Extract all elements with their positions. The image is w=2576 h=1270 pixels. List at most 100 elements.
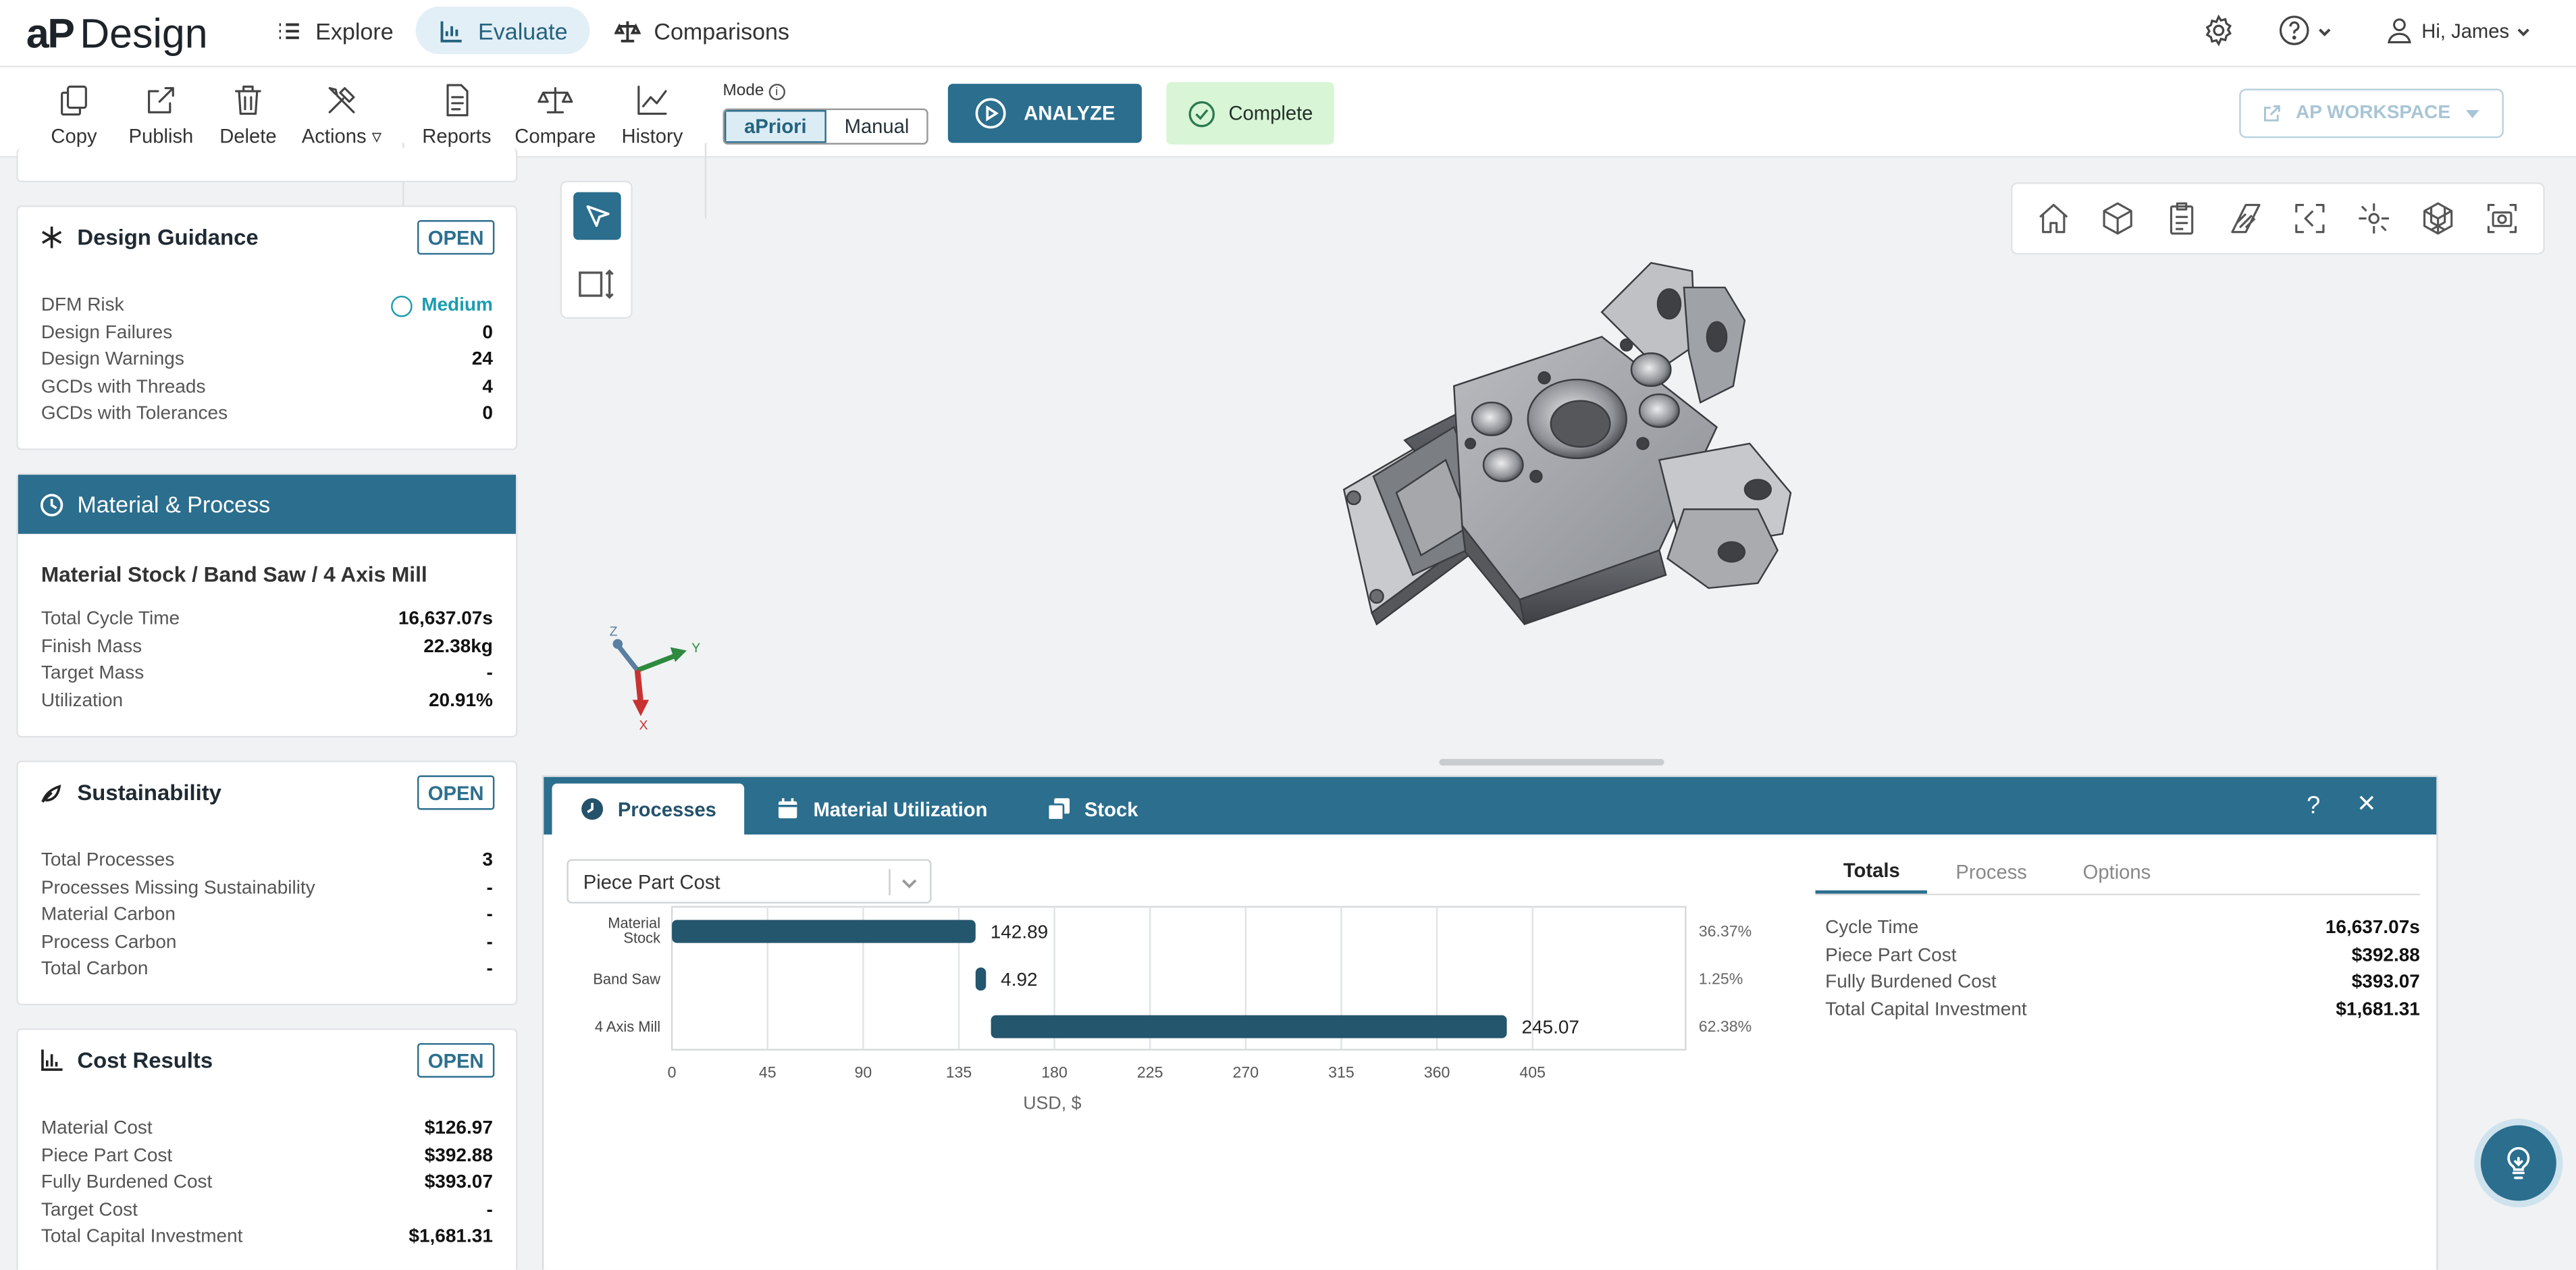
x-tick-label: 0 (668, 1063, 677, 1081)
copy-label: Copy (51, 124, 97, 148)
actions-label: Actions ▿ (301, 124, 382, 148)
process-panel: Processes Material Utilization Stock ? ×… (542, 775, 2438, 1270)
sustainability-open-button[interactable]: OPEN (417, 775, 495, 810)
user-greeting: Hi, James (2421, 18, 2510, 43)
material-process-rows: Total Cycle Time 16,637.07s Finish Mass 22… (18, 606, 516, 715)
publish-icon (148, 87, 174, 113)
status-badge: Complete (1166, 82, 1334, 145)
section-icon[interactable] (2228, 201, 2264, 237)
cube-icon[interactable] (2100, 201, 2136, 237)
tab-process[interactable]: Process (1928, 849, 2055, 894)
wireframe-cube-icon[interactable] (2419, 201, 2456, 237)
reports-button[interactable]: Reports (411, 82, 502, 151)
measure-tool-icon[interactable] (578, 268, 617, 301)
cost-results-rows: Material Cost $126.97 Piece Part Cost $392… (18, 1089, 516, 1251)
mode-manual-option[interactable]: Manual (826, 110, 927, 143)
tab-label: Processes (617, 797, 716, 821)
dfm-risk-row: DFM Risk Medium (41, 292, 493, 319)
explode-icon[interactable] (2356, 201, 2392, 237)
y-axis-label: Y (691, 641, 700, 656)
list-item: Fully Burdened Cost $393.07 (1825, 972, 2420, 993)
workspace-button[interactable]: AP WORKSPACE (2239, 88, 2504, 138)
list-item: Cycle Time 16,637.07s (1825, 918, 2420, 938)
compare-label: Compare (515, 124, 596, 148)
tab-processes[interactable]: Processes (552, 783, 745, 835)
design-guidance-rows: DFM Risk Medium Design Failures 0 Design … (18, 266, 516, 428)
design-guidance-header: Design Guidance OPEN (18, 207, 516, 267)
cost-results-open-button[interactable]: OPEN (417, 1042, 495, 1078)
bar (975, 968, 987, 991)
select-tool-button[interactable] (573, 192, 621, 240)
row-label: DFM Risk (41, 296, 124, 316)
material-process-card[interactable]: Material & Process Material Stock / Band… (16, 473, 518, 738)
camera-icon[interactable] (2483, 201, 2520, 237)
design-guidance-open-button[interactable]: OPEN (417, 220, 495, 255)
card-title: Cost Results (77, 1047, 213, 1072)
nav-tab-explore[interactable]: Explore (253, 7, 417, 55)
panel-close-button[interactable]: × (2357, 787, 2375, 823)
category-label: 4 Axis Mill (595, 1018, 660, 1035)
actions-menu-button[interactable]: Actions ▿ (296, 82, 388, 151)
tab-totals[interactable]: Totals (1815, 849, 1928, 894)
mode-apriori-option[interactable]: aPriori (724, 110, 826, 143)
list-item: GCDs with Threads 4 (41, 377, 493, 398)
panel-tab-bar: Processes Material Utilization Stock ? × (544, 776, 2437, 835)
copy-button[interactable]: Copy (28, 82, 120, 151)
part-3d-model[interactable] (1314, 246, 1807, 641)
list-item: Piece Part Cost $392.88 (1825, 945, 2420, 966)
home-icon[interactable] (2036, 201, 2073, 237)
totals-tab-bar: Totals Process Options (1815, 849, 2420, 896)
tab-stock[interactable]: Stock (1019, 784, 1166, 835)
report-icon (446, 84, 469, 117)
fit-view-icon[interactable] (2292, 201, 2328, 237)
bar-percent-label: 62.38% (1699, 1017, 1752, 1035)
panel-resize-handle[interactable] (1439, 759, 1664, 766)
list-item: Target Cost - (41, 1200, 493, 1221)
list-item: Piece Part Cost $392.88 (41, 1146, 493, 1166)
material-process-header: Material & Process (18, 475, 516, 534)
delete-button[interactable]: Delete (202, 82, 294, 151)
scales-icon (614, 20, 641, 42)
trash-icon (234, 85, 261, 115)
tab-material-utilization[interactable]: Material Utilization (747, 784, 1016, 835)
workspace-label: AP WORKSPACE (2295, 103, 2451, 124)
history-button[interactable]: History (606, 82, 698, 151)
user-icon (2388, 18, 2411, 44)
list-item: Total Processes 3 (41, 851, 493, 872)
list-icon (279, 22, 299, 38)
x-axis-label: X (639, 718, 648, 733)
panel-help-button[interactable]: ? (2307, 792, 2320, 820)
logo-mark: aP (26, 11, 75, 58)
assistant-button[interactable] (2474, 1118, 2563, 1208)
metric-select[interactable]: Piece Part Cost (567, 859, 932, 904)
nav-tab-evaluate[interactable]: Evaluate (415, 6, 591, 55)
help-menu[interactable] (2277, 13, 2333, 47)
scales-icon (537, 87, 573, 113)
bar (672, 920, 976, 943)
history-chart-icon (637, 85, 667, 115)
list-item: Material Carbon - (41, 905, 493, 926)
compare-button[interactable]: Compare (509, 82, 601, 151)
list-item: GCDs with Tolerances 0 (41, 404, 493, 425)
x-axis-line (634, 670, 644, 704)
reports-label: Reports (422, 124, 492, 148)
nav-tab-comparisons[interactable]: Comparisons (592, 7, 812, 55)
chevron-down-icon (2518, 28, 2530, 36)
x-tick-label: 180 (1041, 1063, 1068, 1081)
mode-toggle: aPriori Manual (722, 108, 929, 145)
publish-button[interactable]: Publish (115, 82, 207, 151)
x-tick-label: 360 (1424, 1063, 1450, 1081)
cost-results-card: Cost Results OPEN Material Cost $126.97 P… (16, 1028, 518, 1270)
sustainability-card: Sustainability OPEN Total Processes 3 Pro… (16, 760, 518, 1006)
analyze-button[interactable]: ANALYZE (947, 84, 1142, 143)
tab-options[interactable]: Options (2055, 849, 2178, 894)
clipboard-icon[interactable] (2164, 201, 2201, 237)
list-item: Total Carbon - (41, 959, 493, 980)
x-tick-label: 405 (1519, 1063, 1546, 1081)
evaluate-icon (440, 20, 462, 42)
user-menu[interactable]: Hi, James (2386, 16, 2532, 44)
app-logo[interactable]: aP Design (26, 7, 208, 59)
card-title: Design Guidance (77, 224, 259, 249)
settings-gear-icon[interactable] (2201, 13, 2236, 47)
lightbulb-icon (2507, 1146, 2530, 1180)
